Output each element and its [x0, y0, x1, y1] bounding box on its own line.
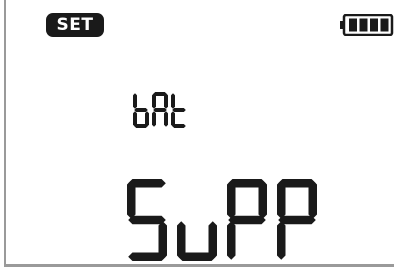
lcd-segment-upper-left — [127, 180, 136, 219]
lcd-segment-middle — [278, 215, 316, 225]
display-line-1: bAt — [132, 91, 190, 129]
lcd-segment-upper-right — [164, 93, 168, 109]
lcd-segment-upper-left — [133, 93, 137, 109]
lcd-segment-lower-right — [158, 221, 167, 260]
lcd-segment-middle — [172, 108, 186, 112]
lcd-segment-lower-left — [277, 221, 286, 260]
lcd-segment-upper-right — [258, 180, 267, 219]
set-badge: SET — [46, 13, 104, 37]
lcd-segment-lower-right — [208, 221, 217, 260]
display-line-1-segments — [133, 92, 186, 128]
battery-bar — [349, 18, 357, 32]
lcd-segment-lower-left — [227, 221, 236, 260]
lcd-segment-upper-left — [152, 93, 156, 109]
lcd-screen: SET bAt SuPP — [0, 0, 394, 267]
lcd-segment-lower-left — [133, 111, 137, 127]
lcd-segment-upper-left — [277, 180, 286, 219]
lcd-segment-lower-right — [164, 111, 168, 127]
battery-full-icon — [340, 14, 394, 36]
lcd-segment-lower-left — [152, 111, 156, 127]
battery-bar — [359, 18, 368, 32]
lcd-segment-middle — [228, 215, 266, 225]
lcd-segment-lower-right — [145, 111, 149, 127]
lcd-segment-upper-right — [308, 180, 317, 219]
display-line-2: SuPP — [126, 178, 324, 262]
screen-frame-left — [4, 0, 6, 267]
lcd-segment-lower-left — [171, 111, 175, 127]
battery-bar — [380, 18, 389, 32]
lcd-segment-upper-left — [171, 93, 175, 109]
lcd-segment-middle — [153, 108, 167, 112]
battery-bar — [370, 18, 378, 32]
display-line-2-segments — [127, 179, 317, 261]
lcd-segment-middle — [128, 215, 166, 225]
lcd-segment-lower-left — [177, 221, 186, 260]
lcd-segment-middle — [134, 108, 148, 112]
lcd-segment-upper-left — [227, 180, 236, 219]
